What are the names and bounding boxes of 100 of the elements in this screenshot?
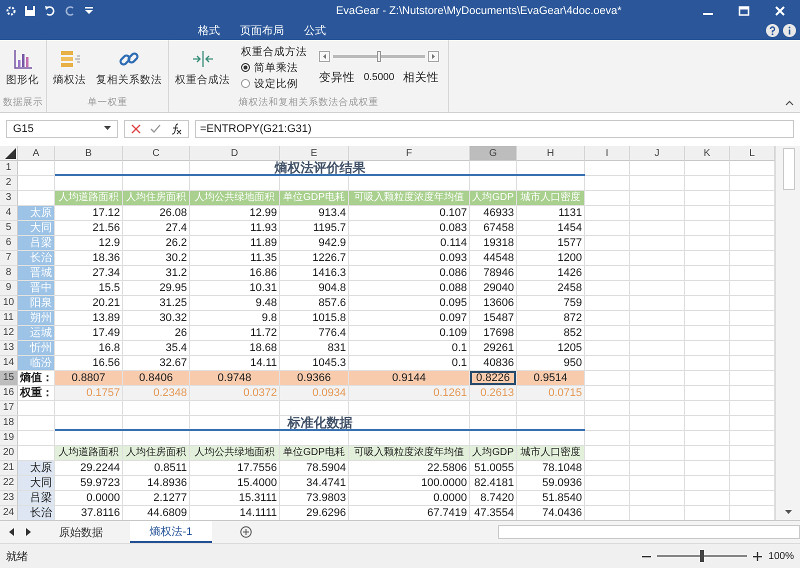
info-icon[interactable] [783,24,796,38]
zoom-level: 100% [768,550,794,562]
next-sheet-icon[interactable] [24,528,32,536]
column-header[interactable]: J [630,146,685,161]
table-cell-text: 74.0436 [541,506,583,520]
column-header[interactable]: L [730,146,775,161]
row-number[interactable]: 14 [0,356,18,371]
section-title: 标准化数据 [55,416,585,431]
check-icon[interactable] [150,124,161,134]
select-all-icon[interactable] [5,148,16,159]
table-cell-text: 11.72 [249,326,278,340]
row-number[interactable]: 17 [0,400,18,416]
collapse-icon[interactable] [785,100,794,106]
row-number[interactable]: 24 [0,506,18,520]
save-icon[interactable] [24,4,36,17]
column-header[interactable]: B [55,146,123,161]
row-number[interactable]: 20 [0,446,18,461]
column-title: 可吸入颗粒度浓度年均值 [349,446,469,460]
cancel-icon[interactable] [131,124,141,134]
radio-option[interactable]: 简单乘法 [241,60,307,75]
dropdown-icon[interactable] [84,6,94,16]
bar-chart-icon [12,48,34,70]
table-cell-text: 1205 [556,340,583,355]
row-number[interactable]: 18 [0,416,18,431]
row-number[interactable]: 4 [0,206,18,221]
column-header[interactable]: E [280,146,349,161]
row-number[interactable]: 22 [0,476,18,491]
redo-icon[interactable] [64,4,76,17]
radio-option[interactable]: 设定比例 [241,76,307,91]
table-cell-text: 0.097 [438,310,468,325]
table-cell-text: 0.088 [438,280,468,295]
column-header[interactable]: F [349,146,470,161]
undo-icon[interactable] [44,4,56,17]
menu-tab[interactable]: 格式 [190,23,228,38]
add-sheet-icon[interactable] [240,526,252,538]
right-arrow-button[interactable] [428,50,439,62]
table-cell-text: 1195.7 [312,220,347,235]
table-cell-text: 13606 [482,296,515,310]
column-title: 人均公共绿地面积 [190,190,279,205]
sheet-tab[interactable]: 原始数据 [40,521,122,544]
column-title: 人均住房面积 [123,190,189,205]
row-number[interactable]: 9 [0,280,18,296]
row-label: 吕梁 [18,490,54,505]
previous-sheet-icon[interactable] [8,528,16,536]
help-icon[interactable] [766,24,779,38]
ribbon-button[interactable]: 熵权法 [50,46,89,90]
table-cell-text: 31.25 [158,296,188,310]
row-number[interactable]: 5 [0,220,18,236]
function-icon[interactable] [170,122,182,135]
table-cell-text: 0.095 [438,296,468,310]
formula-field[interactable]: =ENTROPY(G21:G31) [195,120,794,138]
row-number[interactable]: 19 [0,430,18,446]
left-arrow-button[interactable] [319,50,330,62]
menu-tab[interactable]: 页面布局 [232,23,292,38]
row-number[interactable]: 13 [0,340,18,356]
row-number[interactable]: 11 [0,310,18,326]
row-number[interactable]: 16 [0,386,18,401]
row-number[interactable]: 2 [0,176,18,191]
ribbon-button[interactable]: 权重合成法 [172,46,233,90]
row-number[interactable]: 3 [0,190,18,206]
column-header[interactable]: A [18,146,55,161]
row-number[interactable]: 1 [0,160,18,176]
column-header[interactable]: D [190,146,280,161]
table-cell-text: 14.8936 [146,476,188,490]
row-number[interactable]: 23 [0,490,18,506]
column-header[interactable]: C [123,146,190,161]
column-header[interactable]: I [585,146,630,161]
table-cell-text: 30.2 [164,250,188,265]
column-header[interactable]: H [517,146,585,161]
ribbon-button[interactable]: 复相关系数法 [93,46,165,90]
sheet-tab[interactable]: 熵权法-1 [130,521,212,544]
row-number[interactable]: 8 [0,266,18,281]
gear-icon[interactable] [6,6,16,16]
status-text: 就绪 [6,550,28,564]
table-cell-text: 59.0936 [541,476,583,490]
row-number[interactable]: 12 [0,326,18,341]
zoom-in-icon[interactable] [753,552,762,561]
close-icon[interactable] [774,4,786,17]
table-cell-text: 15.5 [98,280,121,295]
vertical-scrollbar[interactable] [775,146,800,520]
window-title: EvaGear - Z:\Nutstore\MyDocuments\EvaGear\4doc.oeva* [336,4,623,17]
table-cell-text: 32.67 [158,356,188,370]
table-cell-text: 904.8 [317,280,347,295]
menu-tab[interactable]: 公式 [296,23,334,38]
row-number[interactable]: 15 [0,370,18,386]
row-number[interactable]: 21 [0,460,18,476]
row-number[interactable]: 6 [0,236,18,251]
horizontal-scrollbar[interactable] [498,525,800,540]
column-header[interactable]: G [470,146,517,161]
maximize-icon[interactable] [738,4,750,17]
row-label: 晋城 [18,266,54,280]
table-cell-text: 78.5904 [305,460,347,475]
row-number[interactable]: 10 [0,296,18,311]
row-number[interactable]: 7 [0,250,18,266]
ribbon-button[interactable]: 图形化 [3,46,42,90]
table-cell-text: 831 [326,340,347,355]
scroll-thumb[interactable] [783,148,795,190]
table-cell-text: 1131 [557,206,583,220]
cell-name-field[interactable]: G15 [6,120,118,138]
column-header[interactable]: K [685,146,730,161]
